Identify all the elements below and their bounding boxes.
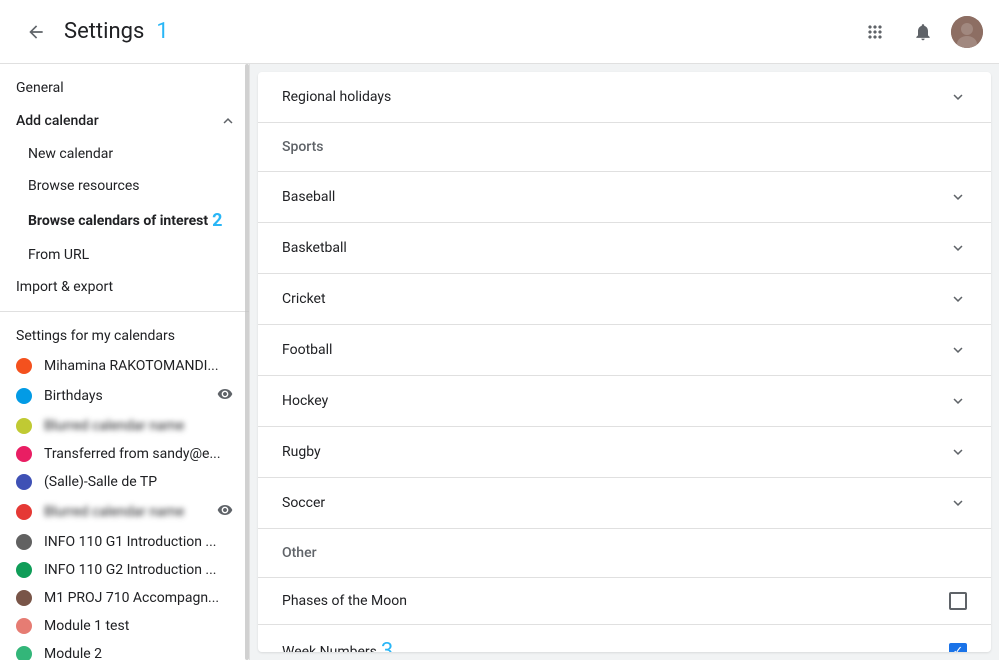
calendar-color-dot bbox=[16, 446, 32, 462]
regional-holidays-chevron bbox=[949, 88, 967, 106]
calendar-color-dot bbox=[16, 562, 32, 578]
sports-item-baseball[interactable]: Baseball bbox=[258, 172, 991, 223]
basketball-label: Basketball bbox=[282, 240, 347, 256]
calendar-row[interactable]: Blurred calendar name bbox=[0, 412, 249, 440]
calendar-color-dot bbox=[16, 504, 32, 520]
sidebar-item-browse-calendars[interactable]: Browse calendars of interest 2 bbox=[0, 202, 249, 239]
sports-item-hockey[interactable]: Hockey bbox=[258, 376, 991, 427]
scrollbar[interactable] bbox=[245, 64, 249, 660]
app-header: Settings 1 bbox=[0, 0, 999, 64]
hockey-label: Hockey bbox=[282, 393, 328, 409]
calendar-color-dot bbox=[16, 646, 32, 660]
calendar-row[interactable]: INFO 110 G2 Introduction ... bbox=[0, 556, 249, 584]
sidebar-number-badge: 2 bbox=[212, 210, 222, 231]
calendar-name: M1 PROJ 710 Accompagn... bbox=[44, 590, 233, 606]
main-content: General Add calendar New calendar Browse… bbox=[0, 64, 999, 660]
baseball-label: Baseball bbox=[282, 189, 335, 205]
calendar-row[interactable]: Module 1 test bbox=[0, 612, 249, 640]
calendar-row[interactable]: Birthdays bbox=[0, 380, 249, 412]
regional-holidays-row[interactable]: Regional holidays bbox=[258, 72, 991, 123]
header-actions bbox=[855, 12, 983, 52]
add-calendar-group: Add calendar New calendar Browse resourc… bbox=[0, 104, 249, 271]
calendar-color-dot bbox=[16, 474, 32, 490]
calendar-name: Module 2 bbox=[44, 646, 233, 660]
football-label: Football bbox=[282, 342, 332, 358]
week-numbers-checkbox[interactable] bbox=[949, 643, 967, 653]
hockey-chevron bbox=[949, 392, 967, 410]
main-panel: Regional holidays Sports Baseball Basketb… bbox=[258, 72, 991, 652]
soccer-chevron bbox=[949, 494, 967, 512]
calendar-name: Module 1 test bbox=[44, 618, 233, 634]
sidebar-item-import-export[interactable]: Import & export bbox=[0, 271, 249, 303]
other-item-phases-moon[interactable]: Phases of the Moon bbox=[258, 578, 991, 625]
phases-moon-checkbox[interactable] bbox=[949, 592, 967, 610]
sports-list: Baseball Basketball Cricket Football Hockey R… bbox=[258, 172, 991, 529]
sports-item-soccer[interactable]: Soccer bbox=[258, 478, 991, 529]
sports-item-rugby[interactable]: Rugby bbox=[258, 427, 991, 478]
calendar-row[interactable]: M1 PROJ 710 Accompagn... bbox=[0, 584, 249, 612]
calendar-name: (Salle)-Salle de TP bbox=[44, 474, 233, 490]
item-number-badge: 3 bbox=[381, 639, 393, 652]
general-section-title: General bbox=[0, 64, 249, 104]
calendar-name: INFO 110 G1 Introduction ... bbox=[44, 534, 233, 550]
calendar-visibility-icon bbox=[217, 386, 233, 406]
calendar-name: Birthdays bbox=[44, 388, 205, 404]
back-button[interactable] bbox=[16, 12, 56, 52]
header-number: 1 bbox=[156, 19, 168, 44]
add-calendar-toggle[interactable]: Add calendar bbox=[0, 104, 249, 138]
other-item-week-numbers[interactable]: Week Numbers 3 bbox=[258, 625, 991, 652]
calendar-color-dot bbox=[16, 590, 32, 606]
notifications-button[interactable] bbox=[903, 12, 943, 52]
soccer-label: Soccer bbox=[282, 495, 325, 511]
sidebar-item-new-calendar[interactable]: New calendar bbox=[0, 138, 249, 170]
regional-holidays-label: Regional holidays bbox=[282, 89, 391, 105]
sports-item-cricket[interactable]: Cricket bbox=[258, 274, 991, 325]
basketball-chevron bbox=[949, 239, 967, 257]
my-calendars-title: Settings for my calendars bbox=[0, 320, 249, 352]
calendar-name: Transferred from sandy@e... bbox=[44, 446, 233, 462]
other-list: Phases of the Moon Week Numbers 3 bbox=[258, 578, 991, 652]
rugby-label: Rugby bbox=[282, 444, 321, 460]
baseball-chevron bbox=[949, 188, 967, 206]
cricket-chevron bbox=[949, 290, 967, 308]
calendar-color-dot bbox=[16, 358, 32, 374]
calendar-row[interactable]: Mihamina RAKOTOMANDI... bbox=[0, 352, 249, 380]
calendar-list: Mihamina RAKOTOMANDI... Birthdays Blurred … bbox=[0, 352, 249, 660]
calendar-row[interactable]: INFO 110 G1 Introduction ... bbox=[0, 528, 249, 556]
calendar-color-dot bbox=[16, 618, 32, 634]
sidebar-item-from-url[interactable]: From URL bbox=[0, 239, 249, 271]
sports-item-football[interactable]: Football bbox=[258, 325, 991, 376]
header-left: Settings 1 bbox=[16, 12, 855, 52]
sports-item-basketball[interactable]: Basketball bbox=[258, 223, 991, 274]
calendar-name: Blurred calendar name bbox=[44, 418, 233, 434]
cricket-label: Cricket bbox=[282, 291, 326, 307]
sidebar-item-browse-resources[interactable]: Browse resources bbox=[0, 170, 249, 202]
week-numbers-label: Week Numbers bbox=[282, 644, 377, 653]
calendar-name: INFO 110 G2 Introduction ... bbox=[44, 562, 233, 578]
calendar-color-dot bbox=[16, 388, 32, 404]
apps-button[interactable] bbox=[855, 12, 895, 52]
sidebar-divider bbox=[0, 311, 249, 312]
calendar-row[interactable]: Transferred from sandy@e... bbox=[0, 440, 249, 468]
page-title: Settings bbox=[64, 19, 144, 44]
user-avatar[interactable] bbox=[951, 16, 983, 48]
expand-less-icon bbox=[219, 112, 237, 130]
calendar-row[interactable]: Module 2 bbox=[0, 640, 249, 660]
rugby-chevron bbox=[949, 443, 967, 461]
calendar-visibility-icon bbox=[217, 502, 233, 522]
sports-section-header: Sports bbox=[258, 123, 991, 172]
calendar-color-dot bbox=[16, 534, 32, 550]
add-calendar-label: Add calendar bbox=[16, 113, 99, 129]
calendar-row[interactable]: Blurred calendar name bbox=[0, 496, 249, 528]
phases-moon-label: Phases of the Moon bbox=[282, 593, 407, 609]
sidebar: General Add calendar New calendar Browse… bbox=[0, 64, 250, 660]
calendar-color-dot bbox=[16, 418, 32, 434]
other-section-header: Other bbox=[258, 529, 991, 578]
calendar-row[interactable]: (Salle)-Salle de TP bbox=[0, 468, 249, 496]
calendar-name: Mihamina RAKOTOMANDI... bbox=[44, 358, 233, 374]
football-chevron bbox=[949, 341, 967, 359]
calendar-name: Blurred calendar name bbox=[44, 504, 205, 520]
